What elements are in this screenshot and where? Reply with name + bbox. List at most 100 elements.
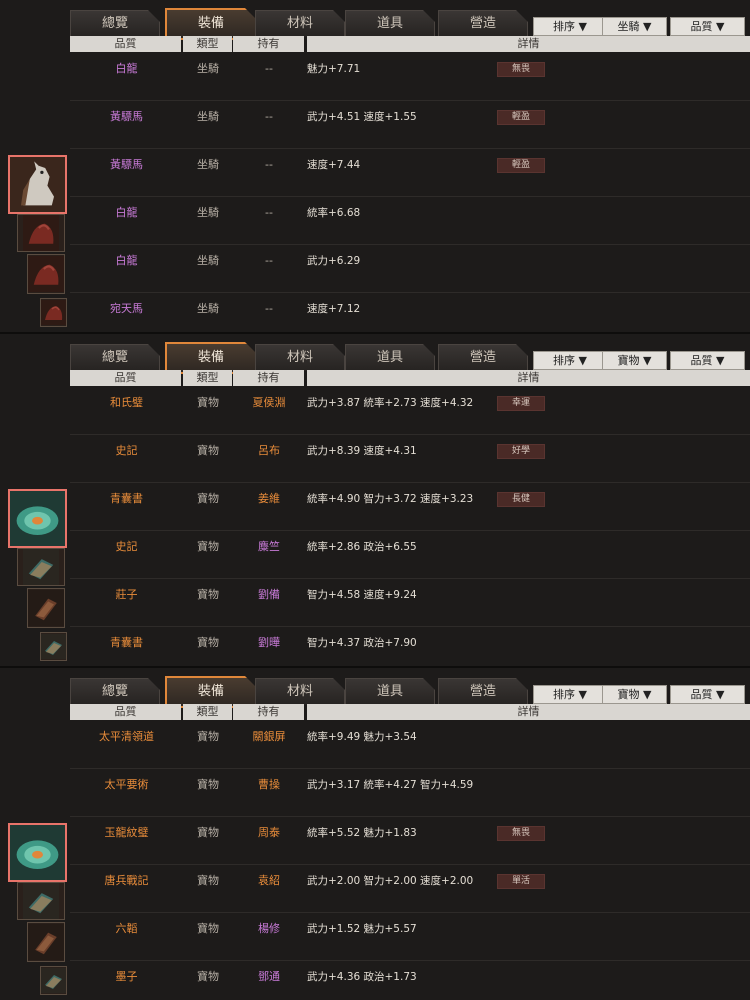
item-name: 唐兵戰記 <box>104 874 149 887</box>
book-icon[interactable] <box>27 588 65 628</box>
table-row[interactable]: 墨子 寶物 鄧通 武力+4.36 政治+1.73 <box>70 960 750 1000</box>
tab-3[interactable]: 道具 <box>345 10 435 37</box>
trait-badge: 單活 <box>497 874 545 889</box>
saddle-icon[interactable] <box>17 214 65 252</box>
table-row[interactable]: 六韜 寶物 楊修 武力+1.52 魅力+5.57 <box>70 912 750 961</box>
category-dropdown[interactable]: 坐騎 ▼ <box>602 17 667 36</box>
column-header[interactable]: 類型 <box>183 704 232 720</box>
quality-dropdown[interactable]: 品質 ▼ <box>670 17 745 36</box>
item-detail: 武力+4.51 速度+1.55 <box>307 111 417 123</box>
sort-dropdown[interactable]: 排序 ▼ <box>533 685 607 704</box>
tab-2[interactable]: 材料 <box>255 344 345 371</box>
tab-3[interactable]: 道具 <box>345 678 435 705</box>
item-detail: 統率+2.86 政治+6.55 <box>307 541 417 553</box>
quality-dropdown[interactable]: 品質 ▼ <box>670 351 745 370</box>
category-dropdown[interactable]: 寶物 ▼ <box>602 351 667 370</box>
book-icon[interactable] <box>27 922 65 962</box>
tab-0[interactable]: 總覽 <box>70 344 160 371</box>
item-detail: 速度+7.44 <box>307 159 361 171</box>
column-header[interactable]: 詳情 <box>307 36 750 52</box>
table-row[interactable]: 青囊書 寶物 姜維 統率+4.90 智力+3.72 速度+3.23 長健 <box>70 482 750 531</box>
tab-3[interactable]: 道具 <box>345 344 435 371</box>
item-owner: 呂布 <box>258 444 280 457</box>
column-header[interactable]: 品質 <box>70 36 181 52</box>
table-row[interactable]: 白龍 坐騎 -- 武力+6.29 <box>70 244 750 293</box>
item-detail: 智力+4.37 政治+7.90 <box>307 637 417 649</box>
item-type: 寶物 <box>197 540 219 553</box>
inventory-panel: 總覽 裝備 材料 道具 營造 排序 ▼ 寶物 ▼ 品質 ▼ 品質 類型 持有 詳情 和氏璧 寶物 夏侯淵 武力… <box>0 334 750 666</box>
jade-disc-icon[interactable] <box>8 823 67 882</box>
trait-badge: 輕盈 <box>497 158 545 173</box>
item-name: 黃驃馬 <box>110 158 143 171</box>
item-owner: 袁紹 <box>258 874 280 887</box>
tab-0[interactable]: 總覽 <box>70 10 160 37</box>
item-type: 寶物 <box>197 778 219 791</box>
table-row[interactable]: 玉龍紋璧 寶物 周泰 統率+5.52 魅力+1.83 無畏 <box>70 816 750 865</box>
item-owner: -- <box>265 62 273 75</box>
column-header[interactable]: 品質 <box>70 704 181 720</box>
column-header[interactable]: 類型 <box>183 370 232 386</box>
inventory-panel: 總覽 裝備 材料 道具 營造 排序 ▼ 坐騎 ▼ 品質 ▼ 品質 類型 持有 詳情 白龍 坐騎 -- 魅力+7… <box>0 0 750 332</box>
table-row[interactable]: 青囊書 寶物 劉曄 智力+4.37 政治+7.90 <box>70 626 750 666</box>
item-detail: 武力+3.17 統率+4.27 智力+4.59 <box>307 779 474 791</box>
quality-dropdown[interactable]: 品質 ▼ <box>670 685 745 704</box>
tab-2[interactable]: 材料 <box>255 10 345 37</box>
table-row[interactable]: 黃驃馬 坐騎 -- 速度+7.44 輕盈 <box>70 148 750 197</box>
table-row[interactable]: 宛天馬 坐騎 -- 速度+7.12 <box>70 292 750 332</box>
item-name: 六韜 <box>115 922 138 935</box>
jade-disc-icon[interactable] <box>8 489 67 548</box>
item-detail: 武力+2.00 智力+2.00 速度+2.00 <box>307 875 474 887</box>
item-type: 寶物 <box>197 874 219 887</box>
scroll-icon[interactable] <box>17 882 65 920</box>
item-owner: -- <box>265 158 273 171</box>
table-row[interactable]: 太平要術 寶物 曹操 武力+3.17 統率+4.27 智力+4.59 <box>70 768 750 817</box>
scroll-icon[interactable] <box>40 966 67 995</box>
tab-4[interactable]: 營造 <box>438 10 528 37</box>
item-type: 坐騎 <box>197 302 219 315</box>
column-header[interactable]: 持有 <box>233 36 304 52</box>
item-name: 太平要術 <box>104 778 149 791</box>
table-row[interactable]: 史記 寶物 麋竺 統率+2.86 政治+6.55 <box>70 530 750 579</box>
category-dropdown[interactable]: 寶物 ▼ <box>602 685 667 704</box>
table-header: 品質 類型 持有 詳情 <box>70 370 750 386</box>
sort-dropdown[interactable]: 排序 ▼ <box>533 17 607 36</box>
scroll-icon[interactable] <box>40 632 67 661</box>
table-row[interactable]: 白龍 坐騎 -- 統率+6.68 <box>70 196 750 245</box>
item-owner: 楊修 <box>258 922 280 935</box>
item-type: 寶物 <box>197 492 219 505</box>
tab-4[interactable]: 營造 <box>438 344 528 371</box>
column-header[interactable]: 類型 <box>183 36 232 52</box>
item-detail: 武力+8.39 速度+4.31 <box>307 445 417 457</box>
column-header[interactable]: 詳情 <box>307 704 750 720</box>
saddle-icon[interactable] <box>27 254 65 294</box>
table-row[interactable]: 唐兵戰記 寶物 袁紹 武力+2.00 智力+2.00 速度+2.00 單活 <box>70 864 750 913</box>
table-row[interactable]: 和氏璧 寶物 夏侯淵 武力+3.87 統率+2.73 速度+4.32 幸運 <box>70 386 750 435</box>
item-detail: 統率+5.52 魅力+1.83 <box>307 827 417 839</box>
saddle-icon[interactable] <box>40 298 67 327</box>
table-row[interactable]: 白龍 坐騎 -- 魅力+7.71 無畏 <box>70 52 750 101</box>
item-detail: 智力+4.58 速度+9.24 <box>307 589 417 601</box>
panel-divider <box>0 666 750 668</box>
column-header[interactable]: 品質 <box>70 370 181 386</box>
item-owner: 關銀屏 <box>252 730 286 743</box>
item-thumbnails <box>0 334 70 664</box>
tab-0[interactable]: 總覽 <box>70 678 160 705</box>
column-header[interactable]: 詳情 <box>307 370 750 386</box>
horse-icon[interactable] <box>8 155 67 214</box>
item-name: 黃驃馬 <box>110 110 143 123</box>
item-owner: 夏侯淵 <box>252 396 286 409</box>
table-row[interactable]: 太平清領道 寶物 關銀屏 統率+9.49 魅力+3.54 <box>70 720 750 769</box>
table-row[interactable]: 黃驃馬 坐騎 -- 武力+4.51 速度+1.55 輕盈 <box>70 100 750 149</box>
item-name: 墨子 <box>115 970 138 983</box>
item-detail: 統率+9.49 魅力+3.54 <box>307 731 417 743</box>
column-header[interactable]: 持有 <box>233 370 304 386</box>
tab-4[interactable]: 營造 <box>438 678 528 705</box>
table-header: 品質 類型 持有 詳情 <box>70 36 750 52</box>
tab-bar: 總覽 裝備 材料 道具 營造 排序 ▼ 寶物 ▼ 品質 ▼ <box>70 336 750 370</box>
table-row[interactable]: 史記 寶物 呂布 武力+8.39 速度+4.31 好學 <box>70 434 750 483</box>
sort-dropdown[interactable]: 排序 ▼ <box>533 351 607 370</box>
tab-2[interactable]: 材料 <box>255 678 345 705</box>
table-row[interactable]: 莊子 寶物 劉備 智力+4.58 速度+9.24 <box>70 578 750 627</box>
scroll-icon[interactable] <box>17 548 65 586</box>
column-header[interactable]: 持有 <box>233 704 304 720</box>
